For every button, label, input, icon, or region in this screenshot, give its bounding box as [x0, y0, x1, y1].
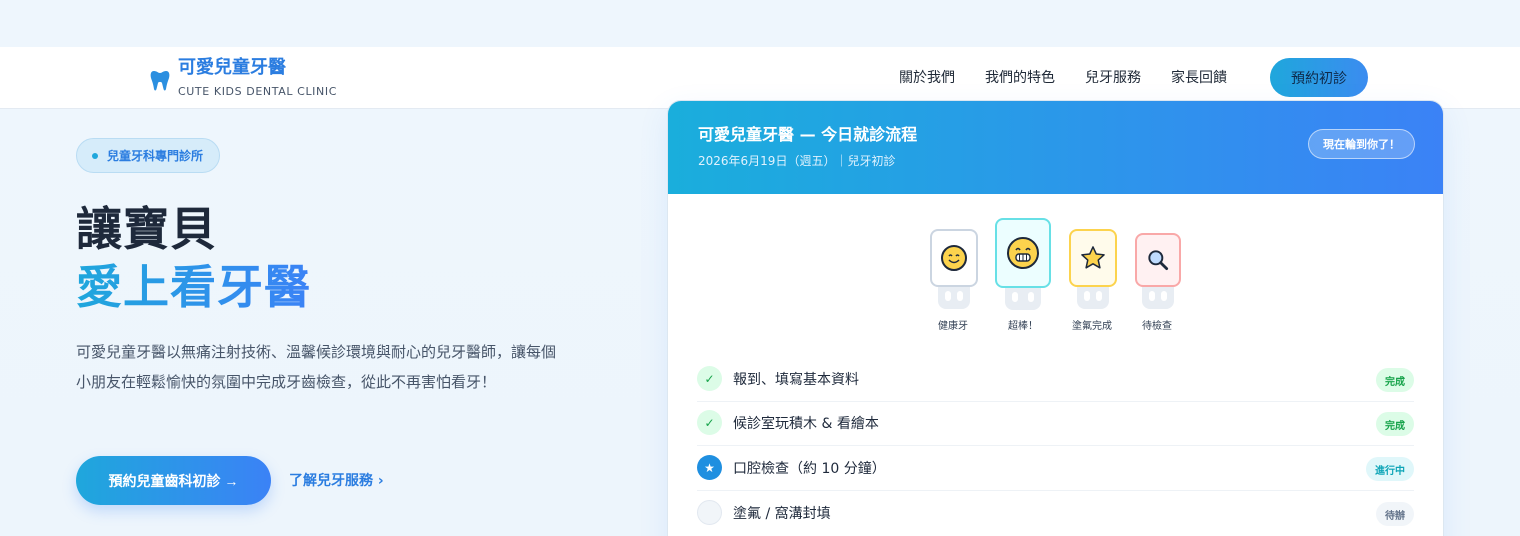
- check-icon: ✓: [697, 410, 722, 435]
- nav-reviews[interactable]: 家長回饋: [1171, 67, 1227, 89]
- star-icon: [1081, 246, 1105, 269]
- card-title: 可愛兒童牙醫 — 今日就診流程: [698, 125, 918, 144]
- step-checkin: ✓ 報到、填寫基本資料 完成: [697, 358, 1414, 402]
- tooth-label: 健康牙: [938, 321, 968, 332]
- tooth-label: 待檢查: [1142, 321, 1172, 332]
- top-strip: [0, 0, 1520, 47]
- smile-face-icon: [941, 245, 967, 271]
- badge-dot-icon: [92, 153, 98, 159]
- status-badge: 完成: [1376, 368, 1414, 392]
- nav-about[interactable]: 關於我們: [899, 67, 955, 89]
- step-text: 口腔檢查（約 10 分鐘）: [733, 461, 886, 477]
- check-icon: ✓: [697, 366, 722, 391]
- hero-title-line1: 讓寶貝: [76, 202, 217, 256]
- specialty-badge: 兒童牙科專門診所: [76, 138, 221, 173]
- magnifier-icon: [1148, 250, 1169, 271]
- step-text: 報到、填寫基本資料: [733, 372, 859, 388]
- nav-features[interactable]: 我們的特色: [985, 67, 1055, 89]
- step-oral-exam: ★ 口腔檢查（約 10 分鐘） 進行中: [697, 447, 1414, 491]
- step-fluoride: 塗氟 / 窩溝封填 待辦: [697, 492, 1414, 536]
- grin-face-icon: [1007, 237, 1039, 269]
- status-badge: 進行中: [1366, 457, 1414, 481]
- book-first-visit-button[interactable]: 預約初診: [1270, 58, 1368, 97]
- status-badge: 待辦: [1376, 502, 1414, 526]
- badge-label: 兒童牙科專門診所: [107, 149, 204, 163]
- step-waiting-room: ✓ 候診室玩積木 & 看繪本 完成: [697, 402, 1414, 446]
- your-turn-badge: 現在輪到你了！: [1308, 129, 1415, 159]
- tooth-healthy: [930, 229, 980, 309]
- brand-logo[interactable]: 可愛兒童牙醫 CUTE KIDS DENTAL CLINIC: [150, 57, 337, 98]
- pending-circle-icon: [697, 500, 722, 525]
- learn-services-link[interactable]: 了解兒牙服務 ›: [289, 470, 384, 490]
- tooth-great: [995, 218, 1053, 310]
- step-text: 塗氟 / 窩溝封填: [733, 506, 831, 522]
- book-kids-dental-button[interactable]: 預約兒童齒科初診 →: [76, 456, 271, 505]
- card-header: 可愛兒童牙醫 — 今日就診流程 2026年6月19日（週五）｜兒牙初診 現在輪到…: [668, 101, 1443, 194]
- tooth-label: 塗氟完成: [1072, 321, 1112, 332]
- step-text: 候診室玩積木 & 看繪本: [733, 416, 879, 432]
- tooth-label: 超棒！: [1008, 321, 1038, 332]
- brand-title: 可愛兒童牙醫: [178, 57, 286, 78]
- hero-description: 可愛兒童牙醫以無痛注射技術、溫馨候診環境與耐心的兒牙醫師，讓每個小朋友在輕鬆愉快…: [76, 343, 557, 391]
- brand-subtitle: CUTE KIDS DENTAL CLINIC: [178, 85, 337, 98]
- tooth-pending: [1135, 233, 1181, 309]
- hero-title-line2: 愛上看牙醫: [76, 260, 311, 314]
- tooth-fluoride: [1069, 229, 1119, 309]
- tooth-icon: [150, 70, 170, 90]
- main-nav: 關於我們 我們的特色 兒牙服務 家長回饋: [899, 67, 1257, 89]
- card-subtitle: 2026年6月19日（週五）｜兒牙初診: [698, 154, 896, 168]
- status-badge: 完成: [1376, 412, 1414, 436]
- nav-services[interactable]: 兒牙服務: [1085, 67, 1141, 89]
- star-icon: ★: [697, 455, 722, 480]
